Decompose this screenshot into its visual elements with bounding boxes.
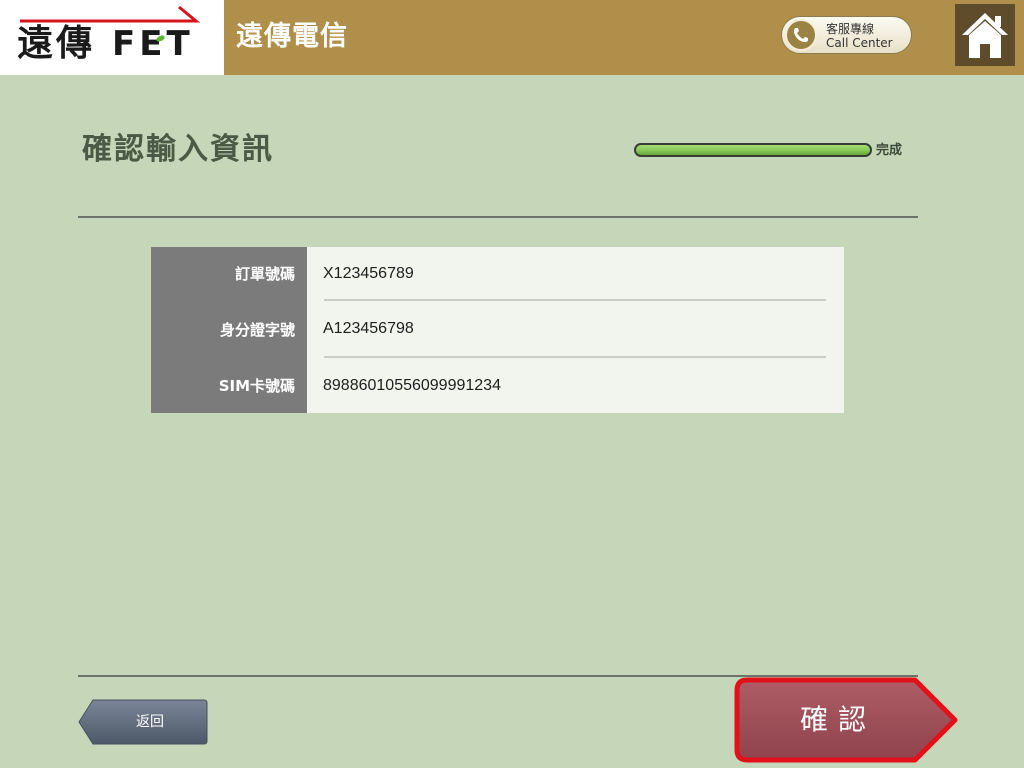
call-center-button[interactable]: 客服專線 Call Center [781, 16, 912, 54]
info-row-order-number: 訂單號碼 X123456789 [151, 247, 844, 300]
confirm-button[interactable]: 確認 [733, 676, 961, 764]
info-row-id-number: 身分證字號 A123456798 [151, 301, 844, 357]
info-row-sim-number: SIM卡號碼 89886010556099991234 [151, 358, 844, 413]
info-value: A123456798 [323, 320, 414, 337]
back-button[interactable]: 返回 [78, 699, 208, 745]
logo-text: 遠傳 [17, 23, 96, 64]
call-center-label: 客服專線 [826, 22, 875, 36]
confirm-button-label: 確認 [799, 703, 876, 736]
info-label: 身分證字號 [219, 320, 295, 339]
info-table: 訂單號碼 X123456789 身分證字號 A123456798 SIM卡號碼 … [151, 247, 844, 413]
top-bar: 遠傳 FET 遠傳電信 客服專線 Call Center [0, 0, 1024, 75]
page-title: 確認輸入資訊 [82, 132, 274, 167]
progress-label: 完成 [876, 143, 903, 158]
company-name: 遠傳電信 [236, 21, 348, 52]
logo-brand: FET [112, 24, 194, 64]
info-value: 89886010556099991234 [323, 376, 501, 394]
home-button[interactable] [955, 4, 1015, 66]
home-icon [962, 13, 1008, 58]
info-label: SIM卡號碼 [218, 377, 295, 395]
progress-fill [636, 145, 870, 155]
call-center-sublabel: Call Center [826, 36, 893, 50]
back-button-label: 返回 [136, 714, 164, 730]
fet-logo: 遠傳 FET [0, 0, 224, 75]
progress-bar [634, 143, 872, 157]
info-label: 訂單號碼 [234, 265, 295, 283]
phone-icon [785, 19, 817, 51]
top-divider [78, 216, 918, 218]
info-value: X123456789 [323, 264, 414, 282]
